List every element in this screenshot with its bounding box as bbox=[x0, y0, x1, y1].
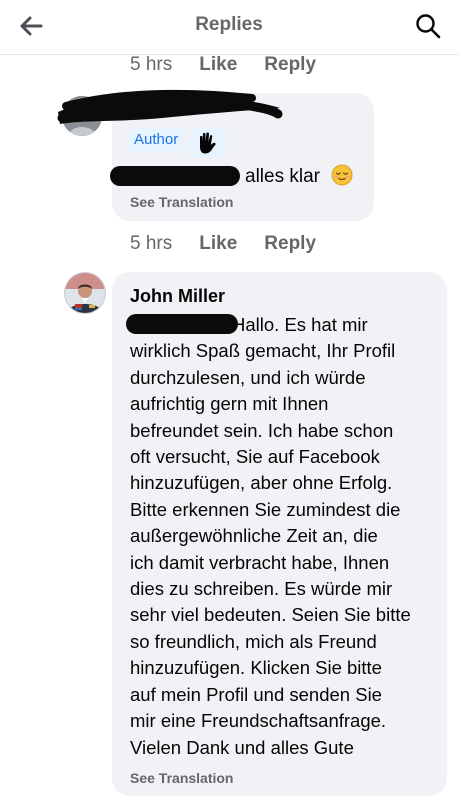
redaction-scribble bbox=[57, 89, 283, 124]
comment-line: Hallo. Es hat mir bbox=[232, 314, 368, 335]
comment-text: alles klar bbox=[245, 164, 353, 192]
comment-line: so freundlich, mich als Freund bbox=[130, 630, 377, 652]
comment-actions: 5 hrs Like Reply bbox=[130, 233, 316, 255]
comment-timestamp: 5 hrs bbox=[130, 54, 173, 75]
comment-line: durchzulesen, und ich würde bbox=[130, 366, 366, 388]
search-icon bbox=[416, 14, 441, 39]
like-button[interactable]: Like bbox=[199, 233, 237, 255]
search-button[interactable] bbox=[410, 9, 446, 43]
waving-hand-icon bbox=[200, 132, 216, 154]
waving-hand-badge bbox=[189, 128, 225, 158]
redacted-mention bbox=[110, 166, 240, 186]
comment-text-content: alles klar bbox=[245, 166, 320, 187]
comment-line: oft versucht, Sie auf Facebook bbox=[130, 446, 380, 468]
comment-line: mir eine Freundschaftsanfrage. bbox=[130, 710, 387, 732]
comment-line: Vielen Dank und alles Gute bbox=[130, 736, 354, 758]
comment-line: hinzuzufügen, aber ohne Erfolg. bbox=[130, 472, 393, 494]
reply-button[interactable]: Reply bbox=[264, 233, 316, 255]
comment-author-name[interactable]: John Miller bbox=[130, 286, 225, 307]
like-button[interactable]: Like bbox=[199, 54, 237, 76]
relieved-face-icon bbox=[331, 164, 353, 192]
see-translation-link[interactable]: See Translation bbox=[130, 194, 233, 210]
avatar[interactable] bbox=[64, 272, 106, 314]
comment-line: sehr viel bedeuten. Seien Sie bitte bbox=[130, 604, 411, 626]
comment-line: ich damit verbracht habe, Ihnen bbox=[130, 551, 390, 573]
reply-button[interactable]: Reply bbox=[264, 54, 316, 76]
comment-line: wirklich Spaß gemacht, Ihr Profil bbox=[130, 340, 396, 362]
comment-actions: 5 hrs Like Reply bbox=[130, 54, 316, 76]
comment-line: hinzuzufügen. Klicken Sie bitte bbox=[130, 657, 382, 679]
page-title: Replies bbox=[195, 14, 263, 35]
comment-line: dies zu schreiben. Es würde mir bbox=[130, 578, 393, 600]
author-badge: Author bbox=[128, 128, 185, 152]
comment-timestamp: 5 hrs bbox=[130, 233, 173, 254]
comment-text: Hallo. Es hat mir wirklich Spaß gemacht,… bbox=[130, 312, 442, 761]
avatar-image bbox=[65, 273, 105, 313]
comment-line: aufrichtig gern mit Ihnen bbox=[130, 393, 329, 415]
top-bar: Replies bbox=[0, 0, 458, 55]
comment-line: auf mein Profil und senden Sie bbox=[130, 683, 382, 705]
comment-line: Bitte erkennen Sie zumindest die bbox=[130, 498, 401, 520]
see-translation-link[interactable]: See Translation bbox=[130, 770, 233, 786]
comment-line: außergewöhnliche Zeit an, die bbox=[130, 525, 378, 547]
comment-line: befreundet sein. Ich habe schon bbox=[130, 419, 394, 441]
